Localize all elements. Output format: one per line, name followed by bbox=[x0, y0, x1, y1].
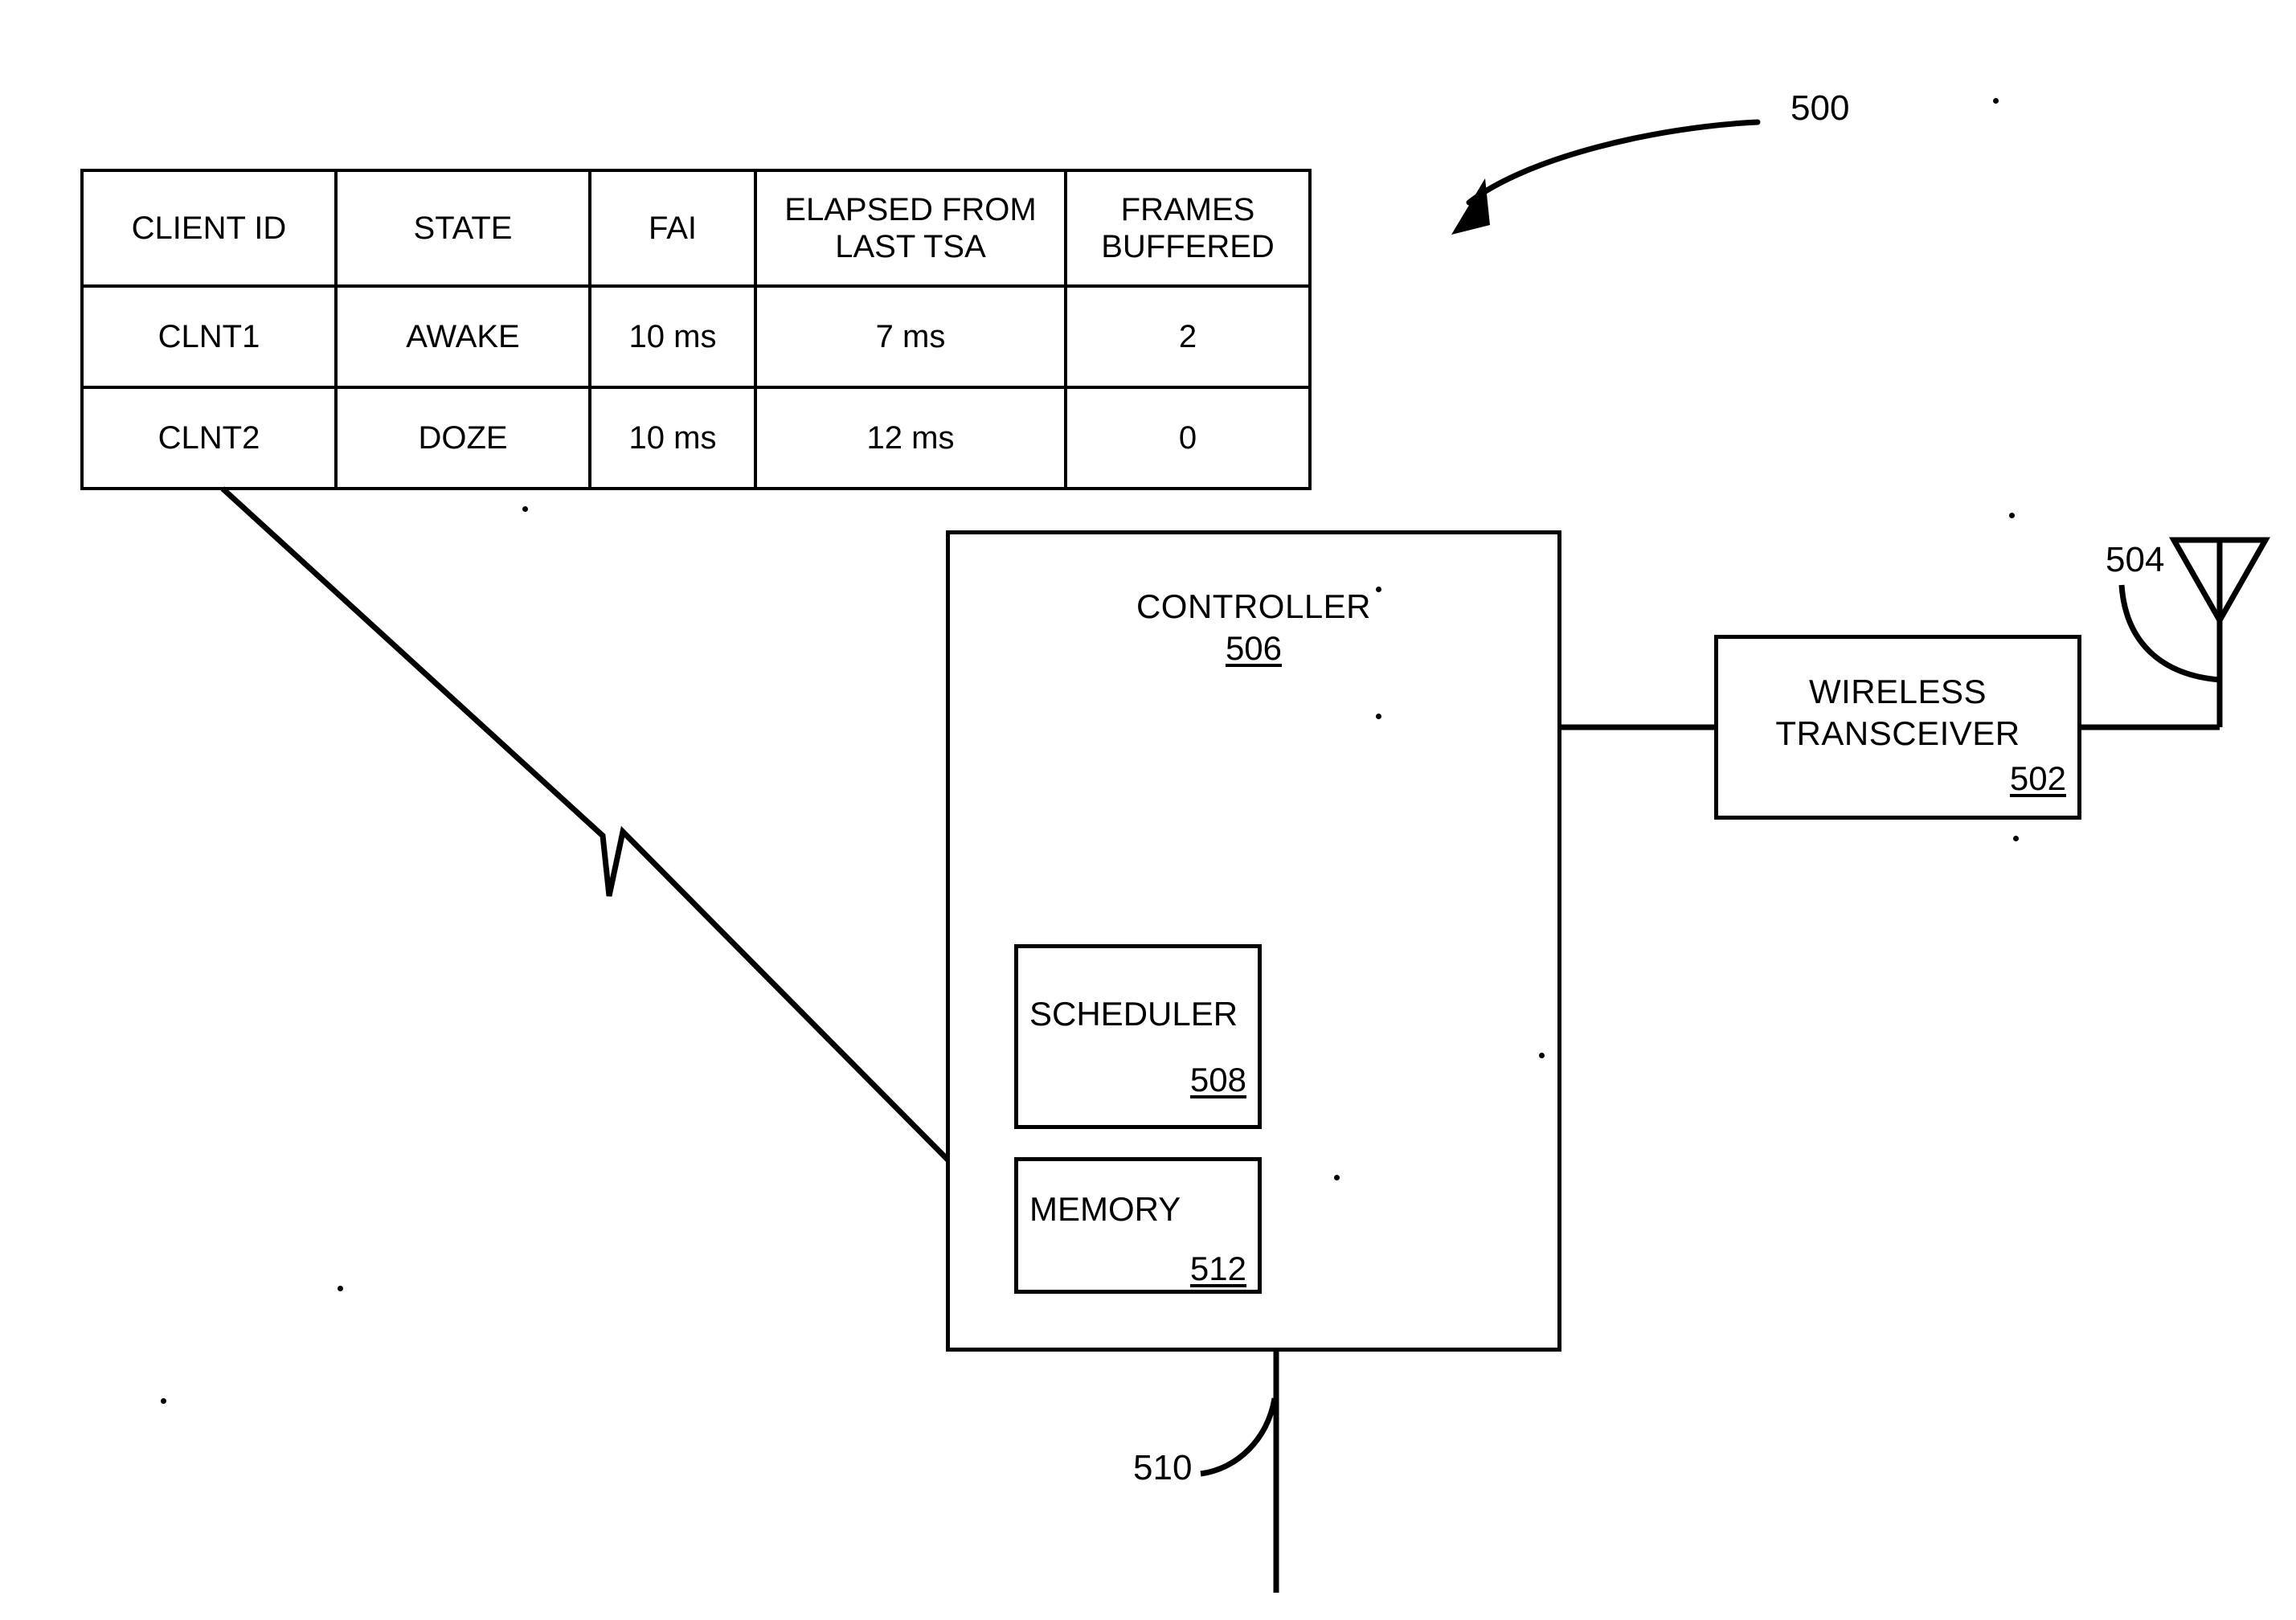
patent-figure-500: CLIENT ID STATE FAI ELAPSED FROM LAST TSA… bbox=[0, 0, 2296, 1620]
table-to-memory-lead-line bbox=[220, 486, 1039, 1252]
col-header-client-id: CLIENT ID bbox=[80, 169, 338, 288]
cell-state: AWAKE bbox=[334, 284, 591, 389]
cell-frames: 2 bbox=[1064, 284, 1312, 389]
cell-fai: 10 ms bbox=[588, 386, 757, 490]
scheduler-block: SCHEDULER 508 bbox=[1014, 944, 1262, 1129]
table-row: CLNT1 AWAKE 10 ms 7 ms 2 bbox=[80, 284, 1312, 389]
scan-speck bbox=[1376, 714, 1381, 719]
scan-speck bbox=[161, 1398, 166, 1404]
controller-label: CONTROLLER bbox=[1136, 587, 1372, 625]
scan-speck bbox=[2009, 513, 2015, 518]
antenna-ref-number: 504 bbox=[2106, 540, 2165, 579]
transceiver-ref-number: 502 bbox=[2009, 759, 2066, 797]
col-header-state: STATE bbox=[334, 169, 591, 288]
memory-label: MEMORY bbox=[1029, 1190, 1181, 1228]
scan-speck bbox=[338, 1286, 343, 1291]
transceiver-antenna-link bbox=[2081, 562, 2223, 730]
cell-elapsed: 7 ms bbox=[754, 284, 1067, 389]
cell-state: DOZE bbox=[334, 386, 591, 490]
client-state-table: CLIENT ID STATE FAI ELAPSED FROM LAST TSA… bbox=[80, 169, 1312, 490]
scan-speck bbox=[2013, 836, 2019, 841]
table-row: CLNT2 DOZE 10 ms 12 ms 0 bbox=[80, 386, 1312, 490]
col-header-elapsed: ELAPSED FROM LAST TSA bbox=[754, 169, 1067, 288]
memory-block: MEMORY 512 bbox=[1014, 1157, 1262, 1294]
transceiver-label-line1: WIRELESS bbox=[1808, 673, 1987, 710]
bus-ref-number: 510 bbox=[1133, 1448, 1193, 1487]
cell-client-id: CLNT1 bbox=[80, 284, 338, 389]
figure-500-arrow bbox=[1451, 119, 1761, 235]
bus-ref-leader bbox=[1200, 1397, 1278, 1477]
memory-ref-number: 512 bbox=[1189, 1250, 1246, 1287]
cell-client-id: CLNT2 bbox=[80, 386, 338, 490]
controller-ref-number: 506 bbox=[1225, 629, 1283, 667]
antenna-ref-leader bbox=[2118, 584, 2220, 683]
scan-speck bbox=[522, 506, 528, 512]
transceiver-label-line2: TRANSCEIVER bbox=[1775, 714, 2020, 752]
scan-speck bbox=[1334, 1175, 1340, 1180]
scan-speck bbox=[1376, 587, 1381, 592]
scan-speck bbox=[1993, 98, 1999, 104]
cell-frames: 0 bbox=[1064, 386, 1312, 490]
col-header-fai: FAI bbox=[588, 169, 757, 288]
wireless-transceiver-block: WIRELESS TRANSCEIVER 502 bbox=[1714, 635, 2081, 820]
figure-ref-number: 500 bbox=[1791, 88, 1850, 128]
antenna-icon bbox=[2168, 537, 2271, 627]
table-header-row: CLIENT ID STATE FAI ELAPSED FROM LAST TSA… bbox=[80, 169, 1312, 288]
col-header-frames: FRAMES BUFFERED bbox=[1064, 169, 1312, 288]
scan-speck bbox=[1539, 1053, 1545, 1058]
cell-fai: 10 ms bbox=[588, 284, 757, 389]
scheduler-label: SCHEDULER bbox=[1029, 995, 1238, 1033]
cell-elapsed: 12 ms bbox=[754, 386, 1067, 490]
scheduler-ref-number: 508 bbox=[1189, 1061, 1246, 1098]
